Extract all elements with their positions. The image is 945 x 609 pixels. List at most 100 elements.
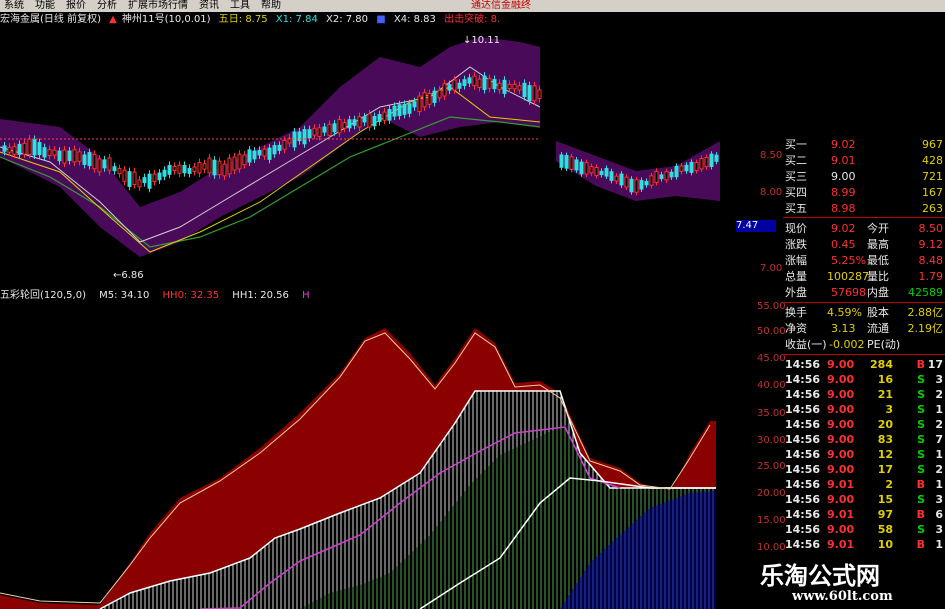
tick-cell: S [917,448,925,461]
tick-cell: 9.00 [827,388,855,401]
tick-cell: 12 [877,448,893,461]
candle-body [457,82,462,89]
mini-candle-body [654,170,659,184]
candle-body [112,166,117,172]
tick-cell: 14:56 [785,433,821,446]
candle-body [22,142,27,155]
menu-system[interactable]: 系统 [0,0,31,12]
mini-axis-label-1: 8.50 [760,150,783,161]
candle-body [452,79,457,91]
bid-row[interactable]: 买一 9.02 967 [783,137,945,153]
candle-body [157,172,162,181]
menu-help[interactable]: 帮助 [257,0,288,12]
low-annotation: ←6.86 [113,270,144,281]
tick-row[interactable]: 14:56 9.00 20 S 2 [783,417,945,432]
mini-candle-body [644,181,649,186]
mini-chart[interactable] [556,141,720,215]
stat-row: 外盘 57698 内盘 42589 [785,286,943,299]
tick-row[interactable]: 14:56 9.00 21 S 2 [783,387,945,402]
x2-value: X2: 7.80 [326,14,369,25]
mini-candle-body [659,174,664,180]
tick-row[interactable]: 14:56 9.00 3 S 1 [783,402,945,417]
tick-cell: 9.01 [827,538,855,551]
mini-candles-group [556,141,720,201]
tick-cell: 2 [935,388,943,401]
mini-candle-body [694,162,699,172]
candle-body [342,122,347,129]
candles-group [0,37,542,257]
menu-tools[interactable]: 工具 [226,0,257,12]
candle-body [447,84,452,91]
tick-row[interactable]: 14:56 9.00 16 S 3 [783,372,945,387]
candle-body [262,148,267,157]
candle-body [197,161,202,174]
indicator-chart[interactable] [0,303,720,609]
bid-row[interactable]: 买五 8.98 263 [783,201,945,217]
tick-cell: 14:56 [785,403,821,416]
tick-row[interactable]: 14:56 9.00 15 S 3 [783,492,945,507]
candle-body [397,104,402,117]
candle-body [107,157,112,171]
tick-cell: 21 [877,388,893,401]
candle-body [127,171,132,187]
broker-tag[interactable]: 通达信金融终 [468,0,534,12]
mini-candle-body [649,175,654,186]
tick-cell: 9.00 [827,448,855,461]
quote-panel: 买一 9.02 967 买二 9.01 428 买三 9.00 721 买四 8.99 167 … [783,138,945,581]
tick-cell: S [917,523,925,536]
candle-body [282,139,287,150]
tick-cell: S [917,463,925,476]
candle-body [117,168,122,175]
candle-body [82,154,87,165]
bid-row[interactable]: 买三 9.00 721 [783,169,945,185]
bid-row[interactable]: 买二 9.01 428 [783,153,945,169]
tick-row[interactable]: 14:56 9.00 83 S 7 [783,432,945,447]
candle-body [327,123,332,136]
menu-news[interactable]: 资讯 [195,0,226,12]
divider [783,354,945,355]
tick-cell: 284 [870,358,893,371]
stat-row: 涨跌 0.45 最高 9.12 [785,238,943,251]
candle-body [167,164,172,175]
mini-candle-body [579,161,584,175]
menu-function[interactable]: 功能 [31,0,62,12]
candle-body [322,126,327,133]
candle-body [372,116,377,127]
tick-cell: 14:56 [785,463,821,476]
tick-row[interactable]: 14:56 9.01 10 B 1 [783,537,945,552]
mini-candle-body [559,154,564,168]
stock-name[interactable]: 宏海金属(日线 前复权) [0,14,101,25]
candle-body [217,160,222,176]
stat-row: 换手 4.59% 股本 2.88亿 [785,306,943,319]
menu-analysis[interactable]: 分析 [93,0,124,12]
mini-candle-body [699,157,704,170]
tick-row[interactable]: 14:56 9.00 17 S 2 [783,462,945,477]
mini-candle-body [584,162,589,175]
candle-body [147,173,152,189]
indicator-name[interactable]: 神州11号(10,0.01) [122,14,211,25]
x3-marker: ■ [376,14,386,25]
menu-extended-market[interactable]: 扩展市场行情 [124,0,195,12]
candle-body [142,177,147,184]
indicator-title[interactable]: 五彩轮回(120,5,0) [0,290,86,301]
candle-body [382,111,387,121]
tick-cell: B [916,358,925,371]
mini-candle-body [619,173,624,186]
tick-row[interactable]: 14:56 9.00 284 B 17 [783,357,945,372]
price-chart[interactable] [0,27,560,289]
candle-body [67,150,72,161]
tick-row[interactable]: 14:56 9.01 97 B 6 [783,507,945,522]
tick-row[interactable]: 14:56 9.01 2 B 1 [783,477,945,492]
candle-body [27,138,32,155]
candle-body [32,138,37,156]
candle-body [42,147,47,158]
mini-candle-body [689,161,694,173]
tick-row[interactable]: 14:56 9.00 58 S 3 [783,522,945,537]
tick-row[interactable]: 14:56 9.00 12 S 1 [783,447,945,462]
tick-cell: 3 [935,523,943,536]
candle-body [102,159,107,169]
menu-quote[interactable]: 报价 [62,0,93,12]
candle-body [277,144,282,151]
bid-row[interactable]: 买四 8.99 167 [783,185,945,201]
mini-candle-body [679,165,684,172]
